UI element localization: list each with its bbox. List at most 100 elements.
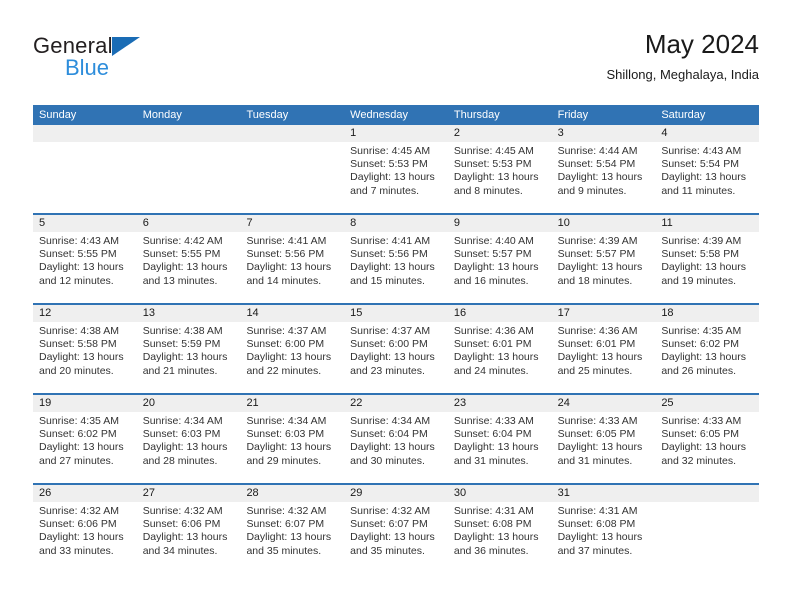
weekday-header-thursday: Thursday [453, 109, 500, 121]
sunset-time: Sunset: 5:55 PM [39, 248, 117, 261]
sunrise-time: Sunrise: 4:32 AM [39, 505, 119, 517]
calendar-day-cell[interactable]: 17 Sunrise: 4:36 AM Sunset: 6:01 PM Dayligh… [551, 305, 656, 393]
daylight-duration-line1: Daylight: 13 hours [246, 351, 332, 364]
daylight-duration-line1: Daylight: 13 hours [246, 441, 332, 454]
calendar-week-row: 19 Sunrise: 4:35 AM Sunset: 6:02 PM Dayligh… [33, 393, 760, 483]
calendar-day-cell-empty [240, 125, 345, 213]
calendar-day-cell[interactable]: 27 Sunrise: 4:32 AM Sunset: 6:06 PM Dayligh… [136, 485, 241, 573]
daylight-duration-line1: Daylight: 13 hours [39, 351, 124, 364]
weekday-header-wednesday: Wednesday [350, 109, 409, 121]
daylight-duration-line1: Daylight: 13 hours [661, 171, 746, 184]
day-sun-info: Sunrise: 4:33 AM Sunset: 6:04 PM Daylight:… [448, 412, 552, 468]
daylight-duration-line1: Daylight: 13 hours [557, 171, 643, 184]
sunset-time: Sunset: 6:04 PM [453, 428, 532, 441]
daylight-duration-line1: Daylight: 13 hours [350, 351, 435, 364]
sunset-time: Sunset: 5:57 PM [557, 248, 636, 261]
calendar-weeks: 1 Sunrise: 4:45 AM Sunset: 5:53 PM Daylight… [33, 125, 760, 573]
daylight-duration-line2: and 16 minutes. [453, 274, 529, 287]
calendar-day-cell[interactable]: 5 Sunrise: 4:43 AM Sunset: 5:55 PM Daylight… [33, 215, 137, 303]
location-subtitle: Shillong, Meghalaya, India [606, 67, 760, 82]
sunset-time: Sunset: 5:56 PM [350, 248, 428, 261]
sunset-time: Sunset: 5:56 PM [246, 248, 325, 261]
weekday-header-monday: Monday [142, 109, 182, 121]
calendar-day-cell[interactable]: 19 Sunrise: 4:35 AM Sunset: 6:02 PM Dayligh… [33, 395, 137, 483]
sunrise-time: Sunrise: 4:40 AM [453, 235, 534, 247]
day-number: 14 [240, 305, 345, 322]
daylight-duration-line1: Daylight: 13 hours [557, 441, 643, 454]
calendar-day-cell[interactable]: 7 Sunrise: 4:41 AM Sunset: 5:56 PM Daylight… [240, 215, 345, 303]
calendar-day-cell[interactable]: 9 Sunrise: 4:40 AM Sunset: 5:57 PM Daylight… [447, 215, 552, 303]
calendar-day-cell[interactable]: 11 Sunrise: 4:39 AM Sunset: 5:58 PM Dayligh… [655, 215, 760, 303]
calendar-week-cells: 5 Sunrise: 4:43 AM Sunset: 5:55 PM Daylight… [33, 215, 760, 303]
calendar-week-cells: 26 Sunrise: 4:32 AM Sunset: 6:06 PM Dayligh… [33, 485, 760, 573]
sunset-time: Sunset: 6:06 PM [142, 518, 221, 531]
day-number: 16 [447, 305, 552, 322]
calendar-day-cell[interactable]: 28 Sunrise: 4:32 AM Sunset: 6:07 PM Dayligh… [240, 485, 345, 573]
calendar-day-cell[interactable]: 3 Sunrise: 4:44 AM Sunset: 5:54 PM Daylight… [551, 125, 656, 213]
calendar-day-cell[interactable]: 25 Sunrise: 4:33 AM Sunset: 6:05 PM Dayligh… [655, 395, 760, 483]
daylight-duration-line2: and 13 minutes. [142, 274, 218, 287]
sunrise-time: Sunrise: 4:41 AM [350, 235, 431, 247]
daylight-duration-line1: Daylight: 13 hours [453, 441, 539, 454]
daylight-duration-line2: and 35 minutes. [350, 544, 425, 557]
calendar-day-cell[interactable]: 10 Sunrise: 4:39 AM Sunset: 5:57 PM Dayligh… [551, 215, 656, 303]
day-sun-info: Sunrise: 4:38 AM Sunset: 5:58 PM Daylight:… [33, 322, 137, 378]
calendar-day-cell[interactable]: 23 Sunrise: 4:33 AM Sunset: 6:04 PM Dayligh… [447, 395, 552, 483]
calendar-day-cell[interactable]: 2 Sunrise: 4:45 AM Sunset: 5:53 PM Daylight… [447, 125, 552, 213]
daylight-duration-line2: and 26 minutes. [661, 364, 737, 377]
daylight-duration-line1: Daylight: 13 hours [661, 261, 746, 274]
triangle-logo-icon [111, 37, 140, 56]
calendar-day-cell[interactable]: 24 Sunrise: 4:33 AM Sunset: 6:05 PM Dayligh… [551, 395, 656, 483]
day-number: 27 [136, 485, 241, 502]
calendar-day-cell[interactable]: 1 Sunrise: 4:45 AM Sunset: 5:53 PM Daylight… [344, 125, 448, 213]
calendar-day-cell[interactable]: 13 Sunrise: 4:38 AM Sunset: 5:59 PM Dayligh… [136, 305, 241, 393]
daylight-duration-line1: Daylight: 13 hours [350, 531, 435, 544]
calendar-day-cell[interactable]: 31 Sunrise: 4:31 AM Sunset: 6:08 PM Dayligh… [551, 485, 656, 573]
calendar-day-cell[interactable]: 12 Sunrise: 4:38 AM Sunset: 5:58 PM Dayligh… [33, 305, 137, 393]
daylight-duration-line1: Daylight: 13 hours [453, 531, 539, 544]
calendar-day-cell[interactable]: 4 Sunrise: 4:43 AM Sunset: 5:54 PM Daylight… [655, 125, 760, 213]
calendar-day-cell[interactable]: 29 Sunrise: 4:32 AM Sunset: 6:07 PM Dayligh… [344, 485, 448, 573]
day-sun-info: Sunrise: 4:42 AM Sunset: 5:55 PM Daylight:… [137, 232, 241, 288]
daylight-duration-line2: and 24 minutes. [453, 364, 529, 377]
calendar-week-row: 5 Sunrise: 4:43 AM Sunset: 5:55 PM Daylight… [33, 213, 760, 303]
sunrise-time: Sunrise: 4:32 AM [142, 505, 223, 517]
calendar-day-cell[interactable]: 8 Sunrise: 4:41 AM Sunset: 5:56 PM Daylight… [344, 215, 448, 303]
day-number: 7 [240, 215, 345, 232]
calendar-day-cell[interactable]: 22 Sunrise: 4:34 AM Sunset: 6:04 PM Dayligh… [344, 395, 448, 483]
calendar-day-cell[interactable]: 20 Sunrise: 4:34 AM Sunset: 6:03 PM Dayligh… [136, 395, 241, 483]
sunrise-time: Sunrise: 4:34 AM [350, 415, 431, 427]
calendar-week-cells: 1 Sunrise: 4:45 AM Sunset: 5:53 PM Daylight… [33, 125, 760, 213]
day-number [655, 485, 760, 502]
daylight-duration-line2: and 28 minutes. [142, 454, 218, 467]
daylight-duration-line1: Daylight: 13 hours [246, 261, 332, 274]
brand-logo[interactable]: General Blue [33, 34, 263, 92]
sunrise-time: Sunrise: 4:38 AM [142, 325, 223, 337]
sunrise-time: Sunrise: 4:45 AM [350, 145, 431, 157]
day-sun-info: Sunrise: 4:43 AM Sunset: 5:54 PM Daylight:… [655, 142, 759, 198]
calendar-day-cell[interactable]: 21 Sunrise: 4:34 AM Sunset: 6:03 PM Dayligh… [240, 395, 345, 483]
day-sun-info: Sunrise: 4:40 AM Sunset: 5:57 PM Daylight:… [448, 232, 552, 288]
daylight-duration-line1: Daylight: 13 hours [39, 531, 124, 544]
calendar-day-cell[interactable]: 6 Sunrise: 4:42 AM Sunset: 5:55 PM Daylight… [136, 215, 241, 303]
day-number: 8 [344, 215, 448, 232]
sunset-time: Sunset: 6:08 PM [557, 518, 636, 531]
sunset-time: Sunset: 6:01 PM [557, 338, 636, 351]
calendar-day-cell[interactable]: 16 Sunrise: 4:36 AM Sunset: 6:01 PM Dayligh… [447, 305, 552, 393]
day-number: 6 [136, 215, 241, 232]
calendar-day-cell[interactable]: 14 Sunrise: 4:37 AM Sunset: 6:00 PM Dayligh… [240, 305, 345, 393]
daylight-duration-line2: and 22 minutes. [246, 364, 322, 377]
daylight-duration-line1: Daylight: 13 hours [661, 351, 746, 364]
daylight-duration-line2: and 14 minutes. [246, 274, 322, 287]
daylight-duration-line2: and 33 minutes. [39, 544, 114, 557]
daylight-duration-line1: Daylight: 13 hours [453, 171, 539, 184]
daylight-duration-line1: Daylight: 13 hours [350, 171, 435, 184]
sunrise-time: Sunrise: 4:43 AM [39, 235, 119, 247]
day-sun-info: Sunrise: 4:34 AM Sunset: 6:03 PM Daylight:… [137, 412, 241, 468]
calendar-day-cell[interactable]: 18 Sunrise: 4:35 AM Sunset: 6:02 PM Dayligh… [655, 305, 760, 393]
calendar-day-cell[interactable]: 26 Sunrise: 4:32 AM Sunset: 6:06 PM Dayligh… [33, 485, 137, 573]
calendar-week-cells: 19 Sunrise: 4:35 AM Sunset: 6:02 PM Dayligh… [33, 395, 760, 483]
calendar-day-cell[interactable]: 30 Sunrise: 4:31 AM Sunset: 6:08 PM Dayligh… [447, 485, 552, 573]
day-sun-info: Sunrise: 4:39 AM Sunset: 5:57 PM Daylight:… [552, 232, 656, 288]
calendar-day-cell[interactable]: 15 Sunrise: 4:37 AM Sunset: 6:00 PM Dayligh… [344, 305, 448, 393]
